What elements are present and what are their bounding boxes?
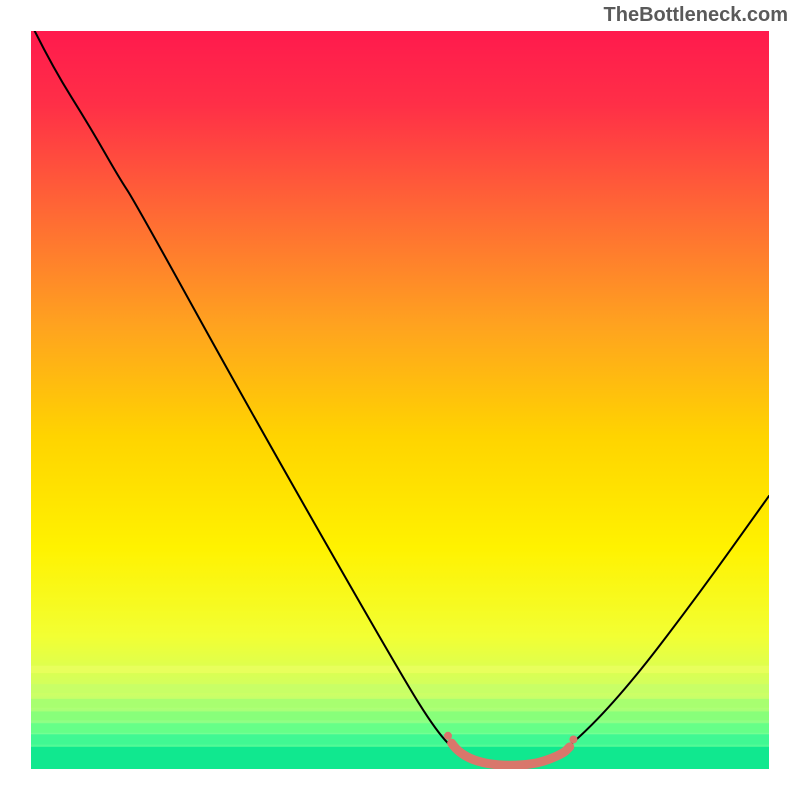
green-band	[31, 734, 769, 744]
chart-svg	[31, 31, 769, 769]
watermark-text: TheBottleneck.com	[604, 4, 788, 27]
green-band	[31, 684, 769, 693]
green-band	[31, 723, 769, 733]
highlight-dot	[444, 732, 452, 740]
chart-background	[31, 31, 769, 769]
green-band	[31, 711, 769, 720]
chart-plot-area	[31, 31, 769, 769]
highlight-dot	[569, 735, 577, 743]
green-band	[31, 699, 769, 708]
green-band	[31, 747, 769, 769]
